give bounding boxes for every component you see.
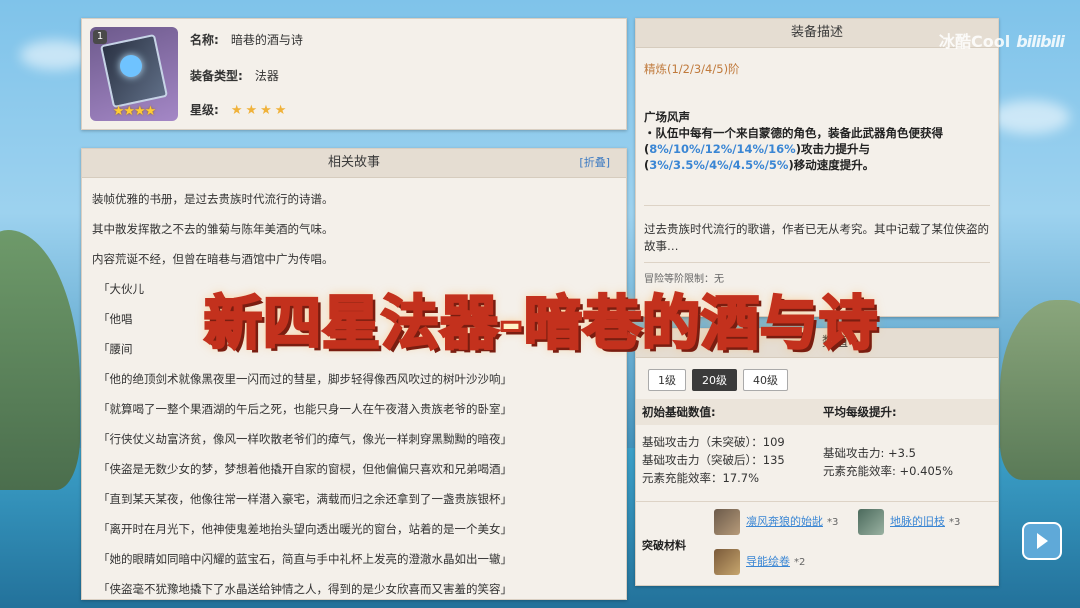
base-atk-unascended: 基础攻击力（未突破）：109 — [642, 435, 785, 449]
gem-icon — [120, 55, 142, 77]
star-icon: ★ — [274, 103, 287, 118]
passive-atk-values: 8%/10%/12%/14%/16% — [649, 142, 796, 156]
story-line: 「直到某天某夜，他像往常一样潜入豪宅，满载而归之余还拿到了一盏贵族银杯」 — [98, 492, 512, 506]
story-line: 其中散发挥散之不去的雏菊与陈年美酒的气味。 — [92, 222, 334, 236]
refinement-label[interactable]: 精炼(1/2/3/4/5)阶 — [644, 61, 740, 77]
star-icon: ★ — [230, 103, 243, 118]
type-row: 装备类型: 法器 — [190, 67, 279, 84]
branch-icon — [858, 509, 884, 535]
er-growth: 元素充能效率: +0.405% — [823, 464, 954, 478]
watermark: 冰酷Cool bilibili — [938, 28, 1065, 52]
island-left — [0, 230, 80, 490]
rarity-stars: ★★★★ — [112, 104, 157, 119]
fold-link[interactable]: [折叠] — [579, 149, 610, 177]
star-icon: ★ — [245, 103, 258, 118]
wolf-tooth-icon — [714, 509, 740, 535]
story-line: 「侠盗毫不犹豫地撬下了水晶送给钟情之人，得到的是少女欣喜而又害羞的笑容」 — [98, 582, 512, 596]
story-line: 「她的眼睛如同暗中闪耀的蓝宝石，简直与手中礼杯上发亮的澄澈水晶如出一辙」 — [98, 552, 512, 566]
rarity-row: 星级: ★ ★ ★ ★ — [190, 101, 289, 118]
story-line: 「他的绝顶剑术就像黑夜里一闪而过的彗星，脚步轻得像西风吹过的树叶沙沙响」 — [98, 372, 512, 386]
weapon-name: 暗巷的酒与诗 — [230, 33, 303, 47]
energy-recharge: 元素充能效率：17.7% — [642, 471, 760, 485]
growth-stats-header: 平均每级提升: — [817, 399, 998, 425]
stats-panel: 数值 1级 20级 40级 初始基础数值: 平均每级提升: 基础攻击力（未突破）：1… — [635, 328, 999, 586]
divider — [636, 501, 998, 502]
bilibili-logo: bilibili — [1016, 32, 1065, 51]
weapon-type: 法器 — [254, 69, 279, 83]
cloud — [990, 100, 1070, 134]
passive-title: 广场风声 — [644, 110, 690, 124]
story-line: 「行侠仗义劫富济贫，像风一样吹散老爷们的瘴气，像光一样刺穿黑黝黝的暗夜」 — [98, 432, 512, 446]
material-item[interactable]: 凛风奔狼的始龀 *3 — [714, 509, 838, 535]
name-label: 名称: — [190, 33, 219, 47]
materials-label: 突破材料 — [642, 539, 686, 552]
island-right — [1000, 300, 1080, 480]
story-panel: 相关故事 [折叠] 装帧优雅的书册，是过去贵族时代流行的诗谱。 其中散发挥散之不去… — [81, 148, 627, 600]
rarity-label: 星级: — [190, 103, 219, 117]
story-line: 内容荒诞不经，但曾在暗巷与酒馆中广为传唱。 — [92, 252, 334, 266]
material-item[interactable]: 地脉的旧枝 *3 — [858, 509, 960, 535]
level-button[interactable]: 40级 — [743, 369, 788, 391]
level-selector: 1级 20级 40级 — [648, 369, 794, 391]
story-title: 相关故事 — [327, 155, 380, 170]
story-line: 装帧优雅的书册，是过去贵族时代流行的诗谱。 — [92, 192, 334, 206]
story-line: 「就算喝了一整个果酒湖的午后之死，也能只身一人在午夜潜入贵族老爷的卧室」 — [98, 402, 512, 416]
level-button[interactable]: 1级 — [648, 369, 686, 391]
star-icon: ★ — [260, 103, 272, 118]
story-line: 「离开时在月光下，他神使鬼差地抬头望向透出暖光的窗台，站着的是一个美女」 — [98, 522, 512, 536]
level-badge: 1 — [93, 30, 107, 44]
base-stats: 基础攻击力（未突破）：109 基础攻击力（突破后）：135 元素充能效率：17.… — [642, 433, 785, 487]
cloud — [20, 40, 90, 70]
story-body: 装帧优雅的书册，是过去贵族时代流行的诗谱。 其中散发挥散之不去的雏菊与陈年美酒的气… — [82, 178, 626, 599]
story-line: 「侠盗是无数少女的梦，梦想着他撬开自家的窗棂，但他偏偏只喜欢和兄弟喝酒」 — [98, 462, 512, 476]
flavor-text: 过去贵族时代流行的歌谱，作者已无从考究。其中记载了某位侠盗的故事… — [644, 222, 989, 253]
growth-stats: 基础攻击力: +3.5 元素充能效率: +0.405% — [823, 444, 953, 480]
weapon-image: 1 ★★★★ — [90, 27, 178, 121]
bilibili-tv-icon[interactable] — [1022, 522, 1062, 560]
level-button[interactable]: 20级 — [692, 369, 737, 391]
base-atk-ascended: 基础攻击力（突破后）：135 — [642, 453, 785, 467]
weapon-info-panel: 1 ★★★★ 名称: 暗巷的酒与诗 装备类型: 法器 星级: ★ ★ ★ ★ — [81, 18, 627, 130]
title-banner: 新四星法器-暗巷的酒与诗 — [202, 288, 879, 359]
passive-description: ・队伍中每有一个来自蒙德的角色，装备此武器角色便获得(8%/10%/12%/14… — [644, 125, 990, 173]
material-item[interactable]: 导能绘卷 *2 — [714, 549, 805, 575]
name-row: 名称: 暗巷的酒与诗 — [190, 31, 303, 48]
base-stats-header: 初始基础数值: — [636, 399, 817, 425]
passive-suffix: )移动速度提升。 — [788, 158, 875, 172]
divider — [644, 262, 990, 263]
description-panel: 装备描述 精炼(1/2/3/4/5)阶 广场风声 ・队伍中每有一个来自蒙德的角色… — [635, 18, 999, 317]
star-icon-group: ★ ★ ★ ★ — [230, 103, 290, 118]
story-header: 相关故事 [折叠] — [82, 149, 626, 178]
scroll-icon — [714, 549, 740, 575]
uploader-name: 冰酷Cool — [938, 32, 1011, 51]
atk-growth: 基础攻击力: +3.5 — [823, 446, 916, 460]
passive-speed-values: 3%/3.5%/4%/4.5%/5% — [649, 158, 789, 172]
type-label: 装备类型: — [190, 69, 243, 83]
divider — [644, 205, 990, 206]
